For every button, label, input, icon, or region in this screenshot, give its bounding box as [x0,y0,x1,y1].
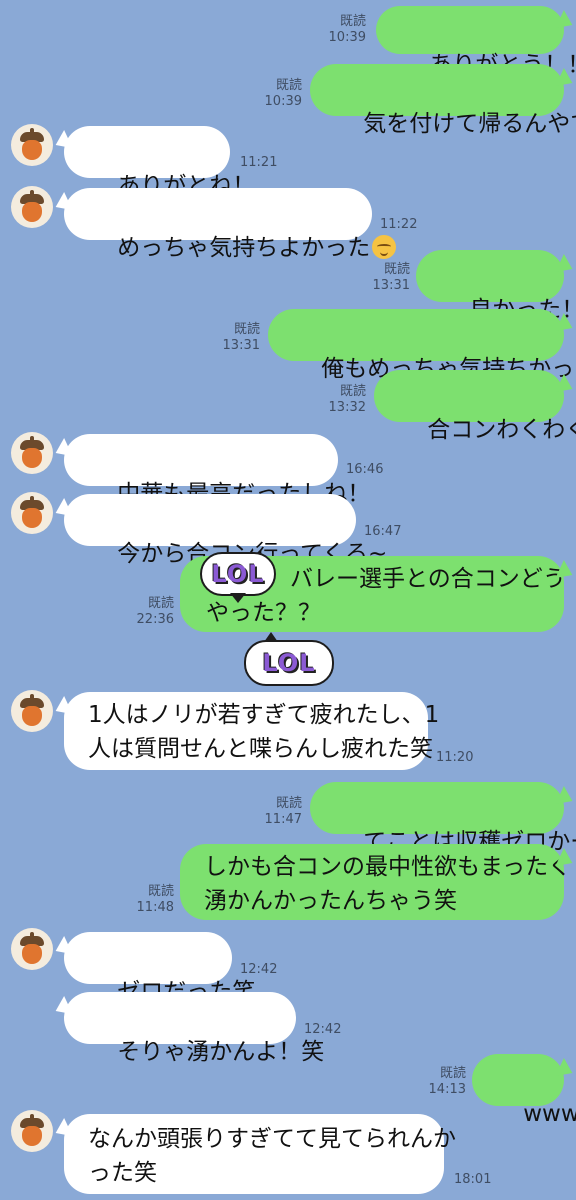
message-time: 11:20 [436,750,474,765]
message-time: 11:47 [264,812,302,827]
message-meta: 既読 11:47 [254,796,302,828]
message-text: そりゃ湧かんよ！笑 [117,1039,325,1065]
message-text-line-1: しかも合コンの最中性欲もまったく [204,854,572,880]
message-meta: 既読 22:36 [126,596,174,628]
message-meta: 既読 11:48 [126,884,174,916]
message-text-line-2: やった？？ [206,600,321,626]
my-message-bubble[interactable]: てことは収穫ゼロかー [310,782,576,855]
message-time: 12:42 [304,1022,342,1037]
lol-sticker[interactable]: LOL [200,552,276,603]
read-receipt: 既読 [439,1066,466,1081]
message-time: 11:48 [136,900,174,915]
message-meta: 既読 13:32 [318,384,366,416]
message-time: 10:39 [328,30,366,45]
read-receipt: 既読 [147,884,174,899]
message-meta: 既読 14:13 [418,1066,466,1098]
message-text: 合コンわくわく [427,417,576,443]
lol-sticker[interactable]: LOL [244,632,334,686]
my-message-bubble[interactable]: 気を付けて帰るんやで [310,64,576,137]
contact-avatar[interactable] [11,186,53,228]
their-message-bubble[interactable]: ありがとね！ [64,126,255,199]
message-meta: 既読 10:39 [318,14,366,46]
message-time: 16:47 [364,524,402,539]
message-text-line-2: 湧かんかったんちゃう笑 [204,888,457,914]
read-receipt: 既読 [339,14,366,29]
message-time: 10:39 [264,94,302,109]
message-text: www [523,1101,576,1127]
my-message-bubble[interactable]: ありがとう！！ [376,6,576,78]
my-message-bubble[interactable]: 俺もめっちゃ気持ちかった [268,309,576,382]
their-message-bubble[interactable]: なんか頭張りすぎてて見てられんか った笑 [64,1114,456,1194]
message-time: 18:01 [454,1172,492,1187]
message-text-line-2: 人は質問せんと喋らんし疲れた笑 [88,736,433,762]
message-time: 16:46 [346,462,384,477]
message-time: 22:36 [136,612,174,627]
acorn-icon [22,508,42,528]
message-meta: 既読 10:39 [254,78,302,110]
read-receipt: 既読 [275,796,302,811]
message-text: めっちゃ気持ちよかった [117,235,371,261]
message-time: 14:13 [428,1082,466,1097]
read-receipt: 既読 [339,384,366,399]
message-meta: 既読 13:31 [212,322,260,354]
relieved-face-icon [372,235,397,259]
my-message-bubble[interactable]: 合コンわくわく [374,370,576,443]
their-message-bubble[interactable]: ゼロだった笑 [64,932,255,1005]
their-message-bubble[interactable]: 今から合コン行ってくる~ [64,494,387,567]
acorn-icon [22,706,42,726]
read-receipt: 既読 [147,596,174,611]
message-time: 12:42 [240,962,278,977]
read-receipt: 既読 [233,322,260,337]
their-message-bubble[interactable]: そりゃ湧かんよ！笑 [64,992,324,1065]
their-message-bubble[interactable]: 中華も最高だったしね！ [64,434,370,507]
message-time: 11:22 [380,217,418,232]
message-text: 気を付けて帰るんやで [363,111,576,137]
contact-avatar[interactable] [11,928,53,970]
contact-avatar[interactable] [11,690,53,732]
contact-avatar[interactable] [11,432,53,474]
message-text-line-1: なんか頭張りすぎてて見てられんか [88,1126,456,1152]
message-text-line-1: 1人はノリが若すぎて疲れたし、1 [88,702,440,728]
chat-history: 既読 10:39 ありがとう！！ 既読 10:39 気を付けて帰るんやで ありが… [0,0,576,1200]
read-receipt: 既読 [275,78,302,93]
contact-avatar[interactable] [11,1110,53,1152]
acorn-icon [22,1126,42,1146]
read-receipt: 既読 [383,262,410,277]
acorn-icon [22,448,42,468]
my-message-bubble[interactable]: www [472,1054,576,1127]
message-meta: 既読 13:31 [362,262,410,294]
contact-avatar[interactable] [11,124,53,166]
message-text-line-2: った笑 [88,1160,157,1186]
acorn-icon [22,202,42,222]
my-message-bubble[interactable]: しかも合コンの最中性欲もまったく 湧かんかったんちゃう笑 [180,844,572,920]
my-message-bubble[interactable]: 良かった！ [416,250,576,323]
message-time: 13:31 [222,338,260,353]
their-message-bubble[interactable]: めっちゃ気持ちよかった [64,188,397,261]
message-time: 13:31 [372,278,410,293]
acorn-icon [22,140,42,160]
their-message-bubble[interactable]: 1人はノリが若すぎて疲れたし、1 人は質問せんと喋らんし疲れた笑 [64,692,440,770]
message-time: 13:32 [328,400,366,415]
contact-avatar[interactable] [11,492,53,534]
message-time: 11:21 [240,155,278,170]
acorn-icon [22,944,42,964]
